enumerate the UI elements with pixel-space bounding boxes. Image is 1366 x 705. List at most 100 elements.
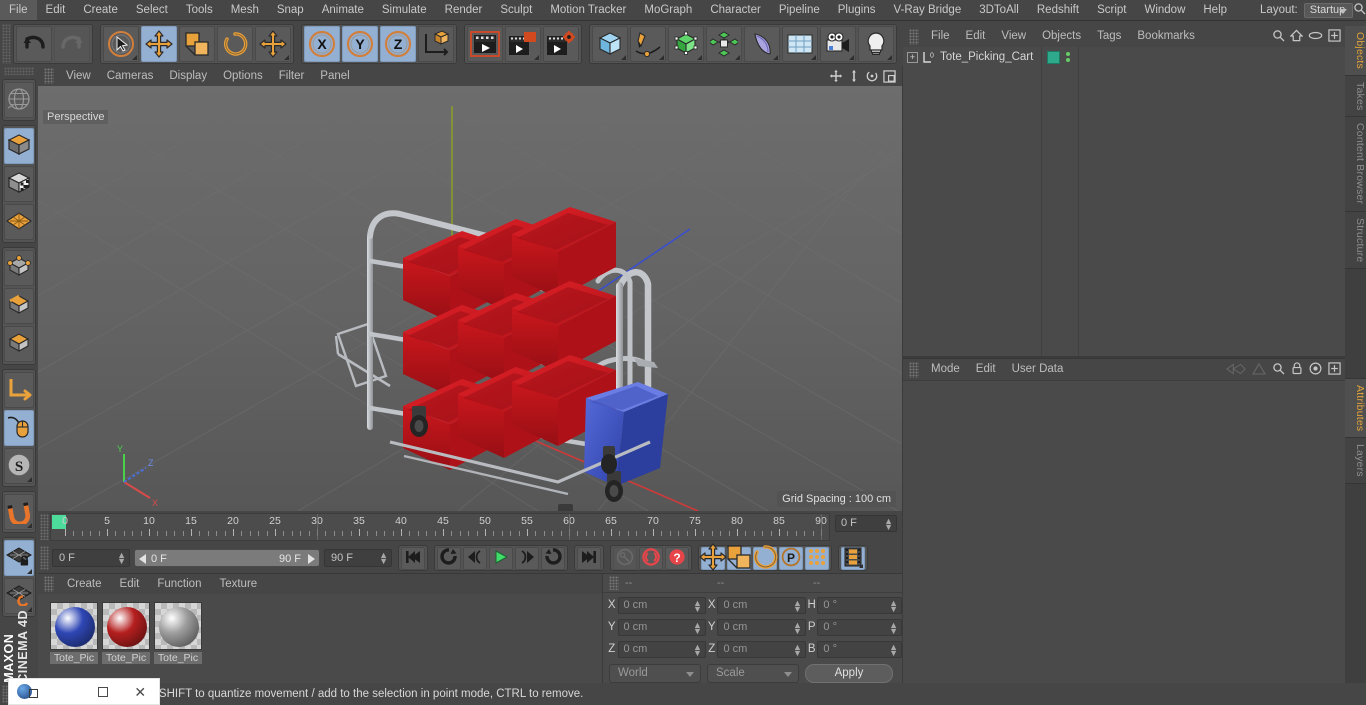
toolbar-drag-handle[interactable] [2,23,11,64]
rotation-field[interactable]: 0 ° ▲ ▼ [817,596,903,614]
range-left-arrow-icon[interactable] [139,554,146,564]
add-deformer-button[interactable] [744,25,780,62]
undo-view-button[interactable] [4,82,34,118]
left-toolbar-drag-handle[interactable] [4,67,34,75]
coordinates-drag-handle[interactable] [609,576,619,590]
lock-icon[interactable] [1291,362,1303,378]
menu-edit[interactable]: Edit [37,0,75,20]
attribute-menu-mode[interactable]: Mode [923,360,968,379]
stepper-icon[interactable]: ▲ ▼ [889,598,898,613]
timeline-drag-handle[interactable] [40,514,49,540]
visibility-dot[interactable] [1066,52,1071,56]
menu-render[interactable]: Render [436,0,492,20]
world-object-axis-button[interactable] [418,25,454,62]
rotate-tool[interactable] [217,25,253,62]
playbar-drag-handle[interactable] [40,546,49,570]
menu-motion-tracker[interactable]: Motion Tracker [541,0,635,20]
add-mograph-button[interactable] [706,25,742,62]
zoom-icon[interactable] [847,69,861,86]
plus-box-icon[interactable] [1328,362,1341,378]
model-mode-button[interactable] [4,166,34,202]
object-menu-tags[interactable]: Tags [1089,27,1129,46]
make-editable-button[interactable] [4,128,34,164]
search-icon[interactable] [1272,29,1285,45]
restore-icon[interactable] [84,678,122,705]
stepper-icon[interactable]: ▲ ▼ [693,620,702,635]
size-field[interactable]: 0 cm ▲ ▼ [717,596,806,614]
menu-v-ray-bridge[interactable]: V-Ray Bridge [884,0,970,20]
timeline-frame-field[interactable]: 0 F ▲ ▼ [835,515,897,532]
object-manager-drag-handle[interactable] [909,28,919,45]
move-tool[interactable] [141,25,177,62]
object-menu-view[interactable]: View [993,27,1034,46]
free-transform-tool[interactable] [255,25,291,62]
material-menu-create[interactable]: Create [58,575,111,593]
enable-axis-button[interactable] [4,372,34,408]
material-item[interactable]: Tote_Pic [102,602,150,664]
stepper-icon[interactable]: ▲ ▼ [793,620,802,635]
target-icon[interactable] [1309,362,1322,378]
current-frame-field[interactable]: 0 F ▲ ▼ [52,549,130,567]
position-field[interactable]: 0 cm ▲ ▼ [617,596,706,614]
apply-button[interactable]: Apply [805,664,893,683]
play-backwards-button[interactable] [437,546,461,570]
minimize-icon[interactable] [47,678,85,705]
stepper-icon[interactable]: ▲ ▼ [693,642,702,657]
stepper-icon[interactable]: ▲ ▼ [884,517,893,532]
maximize-view-icon[interactable] [883,69,896,86]
lock-x-axis-button[interactable]: X [304,25,340,62]
add-light-button[interactable] [858,25,894,62]
stepper-icon[interactable]: ▲ ▼ [693,598,702,613]
attribute-menu-edit[interactable]: Edit [968,360,1004,379]
menu-character[interactable]: Character [701,0,770,20]
ellipse-icon[interactable] [1308,30,1323,44]
live-selection-tool[interactable] [103,25,139,62]
material-menu-function[interactable]: Function [148,575,210,593]
up-nav-icon[interactable] [1252,362,1266,378]
material-item[interactable]: Tote_Pic [50,602,98,664]
material-preview[interactable] [50,602,98,650]
go-to-start-button[interactable] [401,546,425,570]
position-field[interactable]: 0 cm ▲ ▼ [617,640,706,658]
parameter-key-button[interactable]: P [779,546,803,570]
stepper-icon[interactable]: ▲ ▼ [793,598,802,613]
rotation-field[interactable]: 0 ° ▲ ▼ [817,618,903,636]
position-key-button[interactable] [699,542,727,571]
object-menu-objects[interactable]: Objects [1034,27,1089,46]
menu-sculpt[interactable]: Sculpt [491,0,541,20]
stepper-icon[interactable]: ▲ ▼ [889,620,898,635]
viewport-drag-handle[interactable] [44,68,54,84]
go-to-end-button[interactable] [577,546,601,570]
workplane-button[interactable]: S [4,448,34,484]
tab-takes[interactable]: Takes [1345,76,1366,118]
range-right-arrow-icon[interactable] [308,554,315,564]
menu-simulate[interactable]: Simulate [373,0,436,20]
material-menu-edit[interactable]: Edit [111,575,149,593]
size-field[interactable]: 0 cm ▲ ▼ [717,618,806,636]
previous-frame-button[interactable] [463,546,487,570]
viewport-menu-options[interactable]: Options [215,67,271,85]
visibility-dot[interactable] [1066,58,1071,62]
viewport-canvas[interactable]: Y X Z Perspective Grid Spacing : 100 cm [38,86,902,511]
menu-tools[interactable]: Tools [177,0,222,20]
menu-animate[interactable]: Animate [313,0,373,20]
coordinate-system-select[interactable]: World [609,664,701,683]
material-preview[interactable] [102,602,150,650]
scale-tool[interactable] [179,25,215,62]
rotation-field[interactable]: 0 ° ▲ ▼ [817,640,903,658]
lock-y-axis-button[interactable]: Y [342,25,378,62]
object-tag[interactable] [1047,50,1061,64]
attribute-menu-user-data[interactable]: User Data [1004,360,1072,379]
object-menu-bookmarks[interactable]: Bookmarks [1129,27,1203,46]
material-menu-texture[interactable]: Texture [210,575,266,593]
rotate-view-icon[interactable] [865,69,879,86]
attribute-manager-drag-handle[interactable] [909,361,919,378]
object-row[interactable]: +0 Tote_Picking_Cart [903,47,1345,67]
tab-attributes[interactable]: Attributes [1345,379,1366,439]
tab-objects[interactable]: Objects [1345,26,1366,76]
preview-range-slider[interactable]: 0 F 90 F [134,549,320,567]
add-spline-button[interactable] [630,25,666,62]
stepper-icon[interactable]: ▲ ▼ [117,551,126,566]
autokeying-button[interactable] [639,546,663,570]
menu-create[interactable]: Create [74,0,127,20]
